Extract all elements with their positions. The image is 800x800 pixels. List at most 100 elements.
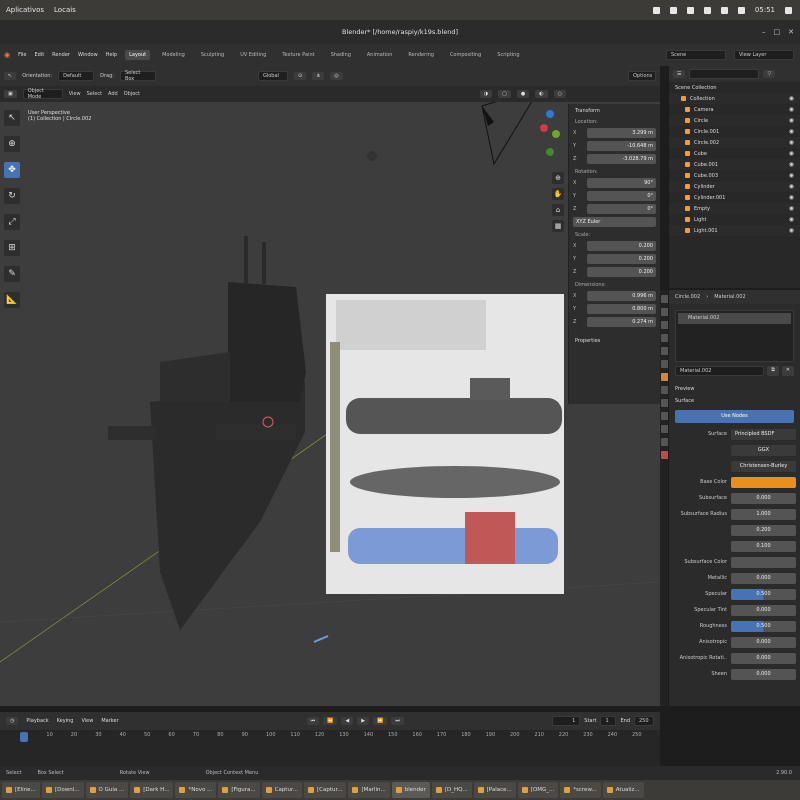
location-x-field[interactable]: 3.299 m: [587, 128, 656, 138]
dimensions-z-field[interactable]: 0.274 m: [587, 317, 656, 327]
visibility-eye-icon[interactable]: ◉: [789, 172, 794, 179]
close-icon[interactable]: ✕: [788, 28, 794, 36]
tab-shading[interactable]: Shading: [327, 50, 355, 60]
outliner-item[interactable]: Camera ◉: [669, 104, 800, 115]
maximize-icon[interactable]: □: [774, 28, 781, 36]
taskbar-window-button[interactable]: *Novo ...: [175, 782, 217, 798]
bsdf-field-value[interactable]: 0.000: [731, 492, 796, 504]
rotation-y-field[interactable]: 0°: [587, 191, 656, 201]
outliner-item[interactable]: Cube.003 ◉: [669, 170, 800, 181]
menu-window[interactable]: Window: [78, 52, 98, 58]
taskbar-window-button[interactable]: [Palace...: [473, 782, 516, 798]
material-slots-list[interactable]: Material.002: [675, 310, 794, 362]
tab-compositing[interactable]: Compositing: [446, 50, 485, 60]
scene-collection-row[interactable]: Scene Collection: [669, 82, 800, 93]
mode-dropdown[interactable]: Object Mode: [22, 88, 63, 100]
bsdf-field-value[interactable]: [731, 556, 796, 568]
menu-file[interactable]: File: [18, 52, 26, 58]
blender-logo-icon[interactable]: ◉: [4, 51, 10, 59]
bsdf-field-value[interactable]: 0.000: [731, 572, 796, 584]
transform-orientation-dropdown[interactable]: Global: [257, 71, 288, 81]
gizmo-y-neg[interactable]: [546, 148, 554, 156]
prev-key-icon[interactable]: ⏪: [323, 717, 338, 725]
zoom-icon[interactable]: ⊕: [552, 172, 564, 184]
outliner-item[interactable]: Light ◉: [669, 214, 800, 225]
timeline-area[interactable]: 0102030405060708090100110120130140150160…: [0, 730, 660, 766]
visibility-eye-icon[interactable]: ◉: [789, 139, 794, 146]
taskbar-window-button[interactable]: *screw...: [560, 782, 601, 798]
tab-scripting[interactable]: Scripting: [493, 50, 523, 60]
shading-material-icon[interactable]: ◐: [535, 90, 548, 98]
scale-x-field[interactable]: 0.200: [587, 241, 656, 251]
drag-dropdown[interactable]: Select Box: [119, 70, 156, 82]
periscope-2[interactable]: [262, 242, 266, 284]
bsdf-field-value[interactable]: 0.000: [731, 652, 796, 664]
xray-icon[interactable]: ▢: [498, 90, 511, 98]
timeline-view-menu[interactable]: View: [81, 718, 93, 724]
timeline-marker-menu[interactable]: Marker: [101, 718, 118, 724]
submarine-hull[interactable]: [150, 382, 305, 630]
bsdf-field-value[interactable]: 0.500: [731, 620, 796, 632]
overlay-icon[interactable]: ◑: [479, 90, 493, 98]
play-icon[interactable]: ▶: [357, 717, 370, 725]
gizmo-z-axis[interactable]: [546, 110, 554, 118]
duplicate-material-icon[interactable]: ⧉: [767, 366, 779, 376]
outliner-item[interactable]: Cylinder.001 ◉: [669, 192, 800, 203]
power-icon[interactable]: [785, 6, 792, 14]
taskbar-window-button[interactable]: [Dark H...: [130, 782, 174, 798]
submarine-plane-left[interactable]: [108, 426, 156, 440]
taskbar-window-button[interactable]: [Eline...: [2, 782, 40, 798]
rotation-mode-dropdown[interactable]: XYZ Euler: [573, 217, 656, 227]
proportional-edit-icon[interactable]: ◎: [330, 72, 343, 80]
use-nodes-button[interactable]: Use Nodes: [675, 410, 794, 423]
timeline-playback-menu[interactable]: Playback: [26, 718, 48, 724]
submarine-bow[interactable]: [160, 352, 230, 402]
3d-viewport[interactable]: User Perspective (1) Collection | Circle…: [0, 102, 660, 706]
tab-animation[interactable]: Animation: [363, 50, 397, 60]
menu-add[interactable]: Add: [108, 91, 118, 97]
visibility-eye-icon[interactable]: ◉: [789, 183, 794, 190]
menu-select[interactable]: Select: [87, 91, 102, 97]
scale-tool-icon[interactable]: ⤢: [4, 214, 20, 230]
places-menu[interactable]: Locais: [54, 6, 76, 14]
taskbar-window-button[interactable]: [Marlin...: [348, 782, 390, 798]
outliner-item[interactable]: Light.001 ◉: [669, 225, 800, 236]
scale-z-field[interactable]: 0.200: [587, 267, 656, 277]
visibility-eye-icon[interactable]: ◉: [789, 194, 794, 201]
tray-icon-3[interactable]: [686, 6, 694, 14]
outliner-item[interactable]: Collection ◉: [669, 93, 800, 104]
periscope-1[interactable]: [244, 236, 248, 284]
scale-y-field[interactable]: 0.200: [587, 254, 656, 264]
options-dropdown[interactable]: Options: [628, 71, 656, 81]
play-reverse-icon[interactable]: ◀: [341, 717, 354, 725]
gizmo-x-axis[interactable]: [540, 124, 548, 132]
menu-help[interactable]: Help: [106, 52, 117, 58]
tab-uv-editing[interactable]: UV Editing: [236, 50, 270, 60]
taskbar-window-button[interactable]: Captur...: [261, 782, 302, 798]
taskbar-window-button[interactable]: blender: [391, 782, 430, 798]
volume-icon[interactable]: [720, 6, 728, 14]
material-slot[interactable]: Material.002: [678, 313, 791, 324]
tab-texture-paint[interactable]: Texture Paint: [278, 50, 318, 60]
playhead[interactable]: [20, 732, 28, 742]
tray-icon-2[interactable]: [669, 6, 677, 14]
select-tool-icon[interactable]: ↖: [4, 110, 20, 126]
bsdf-field-value[interactable]: 0.000: [731, 636, 796, 648]
visibility-eye-icon[interactable]: ◉: [789, 227, 794, 234]
visibility-eye-icon[interactable]: ◉: [789, 95, 794, 102]
pan-hand-icon[interactable]: ✋: [552, 188, 564, 200]
outliner-search-input[interactable]: [689, 69, 760, 79]
visibility-eye-icon[interactable]: ◉: [789, 150, 794, 157]
jump-start-icon[interactable]: ⏮: [306, 717, 320, 725]
tab-modeling[interactable]: Modeling: [158, 50, 189, 60]
tab-sculpting[interactable]: Sculpting: [197, 50, 228, 60]
bsdf-field-value[interactable]: 0.200: [731, 524, 796, 536]
submarine-plane-right[interactable]: [216, 424, 296, 440]
scene-selector[interactable]: Scene: [666, 50, 726, 60]
outliner-item[interactable]: Cube ◉: [669, 148, 800, 159]
next-key-icon[interactable]: ⏩: [373, 717, 388, 725]
end-frame-field[interactable]: 250: [634, 716, 654, 726]
taskbar-window-button[interactable]: [Figura...: [218, 782, 260, 798]
visibility-eye-icon[interactable]: ◉: [789, 117, 794, 124]
outliner-editor-icon[interactable]: ☰: [673, 70, 686, 78]
